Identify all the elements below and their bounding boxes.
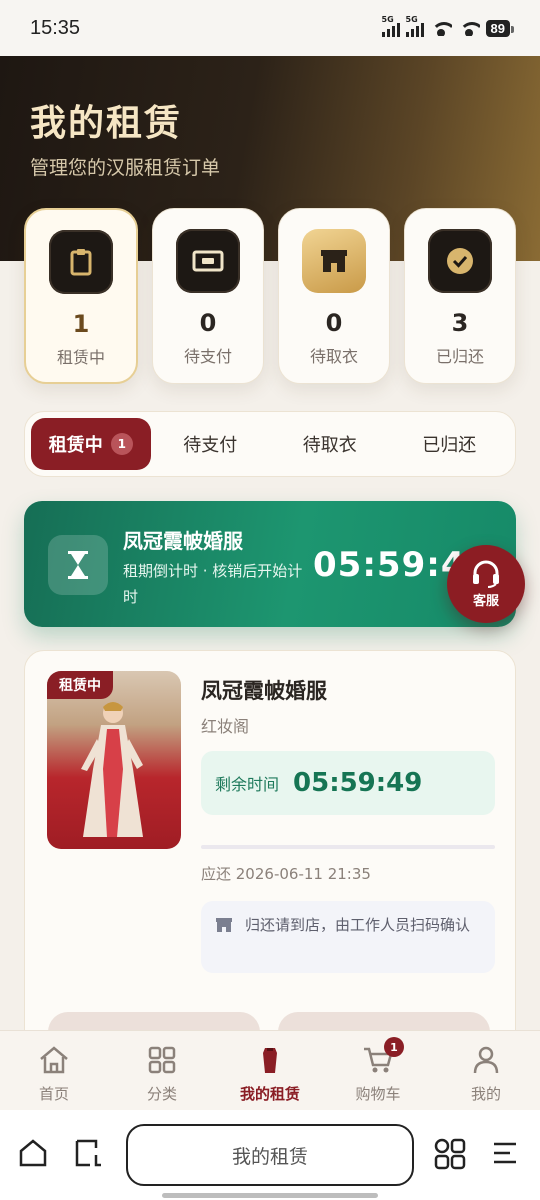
tab-pickup[interactable]: 待取衣 (270, 418, 390, 470)
product-image[interactable]: 租赁中 (47, 671, 181, 849)
stat-label: 租赁中 (56, 348, 105, 367)
bottom-nav: 首页 分类 我的租赁 1 购物车 我的 (0, 1030, 540, 1110)
stat-label: 待取衣 (309, 347, 358, 366)
cart-badge: 1 (384, 1037, 404, 1057)
browser-toolbar: 我的租赁 (0, 1110, 540, 1200)
stat-label: 待支付 (183, 347, 232, 366)
customer-service-label: 客服 (472, 593, 499, 609)
signal-icon: 5G (381, 15, 400, 37)
battery-icon: 89 (485, 19, 515, 37)
order-card[interactable]: 租赁中 凤冠霞帔婚服 红妆阁 剩余时间 05:59:49 应还 2026-06-… (24, 650, 516, 1050)
progress-track (201, 845, 495, 849)
wifi-icon (458, 20, 480, 36)
wifi-icon (430, 20, 452, 36)
user-icon (473, 1046, 499, 1074)
store-icon (216, 918, 232, 932)
browser-home-icon[interactable] (18, 1138, 48, 1168)
stat-label: 已归还 (435, 347, 484, 366)
status-bar: 15:35 5G 5G 89 (0, 0, 540, 56)
stat-count: 0 (325, 309, 343, 337)
status-time: 15:35 (30, 16, 81, 39)
check-icon (428, 229, 492, 293)
clipboard-icon (49, 230, 113, 294)
order-item-name: 凤冠霞帔婚服 (201, 679, 327, 703)
order-tabs: 租赁中 1 待支付 待取衣 已归还 (24, 411, 516, 477)
bride-figure-image (81, 702, 143, 837)
grid-icon (148, 1046, 176, 1074)
remaining-time-value: 05:59:49 (293, 768, 423, 798)
order-shop-name: 红妆阁 (201, 717, 250, 736)
nav-category[interactable]: 分类 (108, 1031, 216, 1110)
banner-description: 租期倒计时 · 核销后开始计时 (123, 562, 303, 606)
apps-grid-icon[interactable] (434, 1138, 466, 1170)
product-status-tag: 租赁中 (47, 671, 113, 699)
tab-returned[interactable]: 已归还 (390, 418, 510, 470)
due-date: 应还 2026-06-11 21:35 (201, 865, 371, 883)
tab-badge: 1 (110, 433, 133, 455)
nav-cart[interactable]: 1 购物车 (324, 1031, 432, 1110)
stat-count: 0 (199, 309, 217, 337)
robe-icon (263, 1048, 277, 1073)
nav-my-rentals[interactable]: 我的租赁 (216, 1031, 324, 1110)
store-icon (302, 229, 366, 293)
nav-me[interactable]: 我的 (432, 1031, 540, 1110)
countdown-banner[interactable]: 凤冠霞帔婚服 租期倒计时 · 核销后开始计时 05:59:49 (24, 501, 516, 627)
tab-renting[interactable]: 租赁中 1 (31, 418, 151, 470)
address-bar[interactable]: 我的租赁 (126, 1124, 414, 1186)
remaining-time-label: 剩余时间 (215, 775, 280, 794)
home-indicator (162, 1193, 378, 1198)
return-notice: 归还请到店，由工作人员扫码确认 (201, 901, 495, 973)
stat-card-unpaid[interactable]: 0 待支付 (152, 208, 264, 384)
return-notice-text: 归还请到店，由工作人员扫码确认 (245, 916, 471, 934)
headset-icon (473, 560, 499, 588)
stat-count: 3 (451, 309, 469, 337)
stat-count: 1 (72, 310, 90, 338)
stats-row: 1 租赁中 0 待支付 0 待取衣 3 已归还 (24, 208, 516, 384)
page-subtitle: 管理您的汉服租赁订单 (30, 157, 221, 179)
stat-card-returned[interactable]: 3 已归还 (404, 208, 516, 384)
signal-icon: 5G (405, 15, 424, 37)
page-title: 我的租赁 (30, 103, 183, 144)
remaining-time-box: 剩余时间 05:59:49 (201, 751, 495, 815)
stat-card-pickup[interactable]: 0 待取衣 (278, 208, 390, 384)
stat-card-renting[interactable]: 1 租赁中 (24, 208, 138, 384)
customer-service-button[interactable]: 客服 (447, 545, 525, 623)
browser-tabs-icon[interactable] (74, 1138, 104, 1168)
menu-icon[interactable] (490, 1138, 520, 1168)
nav-home[interactable]: 首页 (0, 1031, 108, 1110)
wallet-icon (176, 229, 240, 293)
home-icon (40, 1046, 68, 1074)
tab-unpaid[interactable]: 待支付 (151, 418, 271, 470)
banner-item-name: 凤冠霞帔婚服 (123, 529, 243, 553)
hourglass-icon (48, 535, 108, 595)
